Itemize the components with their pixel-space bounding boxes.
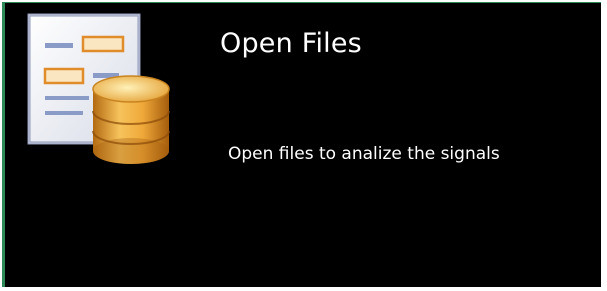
document-database-icon	[23, 11, 175, 166]
tile-title: Open Files	[220, 28, 362, 59]
open-files-tile[interactable]: Open Files Open files to analize the sig…	[2, 2, 601, 287]
tile-description: Open files to analize the signals	[228, 144, 500, 164]
